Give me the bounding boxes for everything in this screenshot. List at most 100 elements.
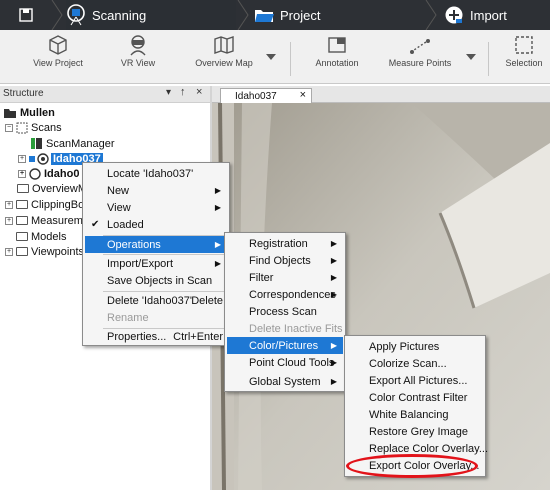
menu-item-loaded[interactable]: ✔ Loaded xyxy=(85,216,227,233)
tree-item-label: Mullen xyxy=(20,106,55,119)
collapse-icon[interactable]: − xyxy=(5,123,13,132)
structure-title: Structure xyxy=(3,88,44,99)
menu-item-apply-pictures[interactable]: Apply Pictures xyxy=(347,338,483,355)
submenu-arrow-icon: ▶ xyxy=(330,256,337,265)
menu-item-locate[interactable]: Locate 'Idaho037' xyxy=(85,165,227,182)
tree-item-root[interactable]: Mullen xyxy=(3,105,55,120)
menu-item-label: Process Scan xyxy=(249,305,317,318)
checkmark-icon: ✔ xyxy=(91,219,100,230)
menu-item-restore-grey-image[interactable]: Restore Grey Image xyxy=(347,423,483,440)
submenu-arrow-icon: ▶ xyxy=(330,341,337,350)
annotation-label: Annotation xyxy=(315,58,359,68)
menu-item-label: Delete 'Idaho037' xyxy=(107,294,192,307)
tree-item-label: Scans xyxy=(31,121,62,134)
expand-icon[interactable]: + xyxy=(18,154,26,163)
expand-icon[interactable]: + xyxy=(5,200,13,209)
tab-project-label: Project xyxy=(280,7,321,23)
expand-icon[interactable]: + xyxy=(5,247,13,256)
menu-item-label: Replace Color Overlay... xyxy=(369,442,489,455)
menu-item-label: White Balancing xyxy=(369,408,449,421)
menu-item-view[interactable]: View ▶ xyxy=(85,199,227,216)
tree-item-scanmanager[interactable]: ScanManager xyxy=(30,136,115,151)
project-icon xyxy=(4,109,16,118)
close-tab-icon[interactable]: × xyxy=(300,89,306,101)
menu-item-label: Correspondences xyxy=(249,288,336,301)
context-menu: Locate 'Idaho037' New ▶ View ▶ ✔ Loaded Ope… xyxy=(82,162,230,346)
loaded-marker-icon xyxy=(29,155,35,162)
menu-item-export-all-pictures[interactable]: Export All Pictures... xyxy=(347,372,483,389)
operations-submenu: Registration ▶ Find Objects ▶ Filter ▶ Corr… xyxy=(224,232,346,392)
menu-item-label: Colorize Scan... xyxy=(369,357,447,370)
vr-headset-icon xyxy=(130,35,146,56)
tree-item-clipping[interactable]: + ClippingBo xyxy=(5,197,84,212)
close-icon[interactable]: × xyxy=(196,86,202,98)
chevron-down-icon[interactable] xyxy=(266,54,276,60)
menu-item-registration[interactable]: Registration ▶ xyxy=(227,235,343,252)
view-project-button[interactable]: View Project xyxy=(28,34,88,68)
menu-item-find-objects[interactable]: Find Objects ▶ xyxy=(227,252,343,269)
menu-item-color-pictures[interactable]: Color/Pictures ▶ xyxy=(227,337,343,354)
menu-item-global-system[interactable]: Global System ▶ xyxy=(227,373,343,390)
menu-item-filter[interactable]: Filter ▶ xyxy=(227,269,343,286)
structure-header: Structure ▾ ↑ × xyxy=(0,86,210,103)
tab-import[interactable]: Import xyxy=(444,0,550,30)
menu-item-properties[interactable]: Properties... Ctrl+Enter xyxy=(85,328,227,345)
view-project-label: View Project xyxy=(33,58,83,68)
save-button[interactable] xyxy=(0,0,52,30)
menu-item-label: Color/Pictures xyxy=(249,339,319,352)
selection-button[interactable]: Selection xyxy=(500,34,548,68)
menu-item-point-cloud-tools[interactable]: Point Cloud Tools ▶ xyxy=(227,354,343,371)
menu-item-colorize-scan[interactable]: Colorize Scan... xyxy=(347,355,483,372)
submenu-arrow-icon: ▶ xyxy=(330,377,337,386)
menu-item-label: Apply Pictures xyxy=(369,340,440,353)
menu-item-import-export[interactable]: Import/Export ▶ xyxy=(85,255,227,272)
view-tab-strip: Idaho037 × xyxy=(212,86,550,103)
measure-points-label: Measure Points xyxy=(388,58,452,68)
menu-item-label: Point Cloud Tools xyxy=(249,356,335,369)
menu-item-delete[interactable]: Delete 'Idaho037' Delete xyxy=(85,292,227,309)
tab-idaho037[interactable]: Idaho037 × xyxy=(220,88,312,103)
menu-item-label: Filter xyxy=(249,271,274,284)
scan-manager-icon xyxy=(31,138,42,149)
vr-view-button[interactable]: VR View xyxy=(112,34,164,68)
panel-menu-icon[interactable]: ▾ xyxy=(166,87,171,98)
tree-item-overview[interactable]: OverviewM xyxy=(17,181,87,196)
scan-icon xyxy=(37,152,49,165)
menu-item-process-scan[interactable]: Process Scan xyxy=(227,303,343,320)
expand-icon[interactable]: + xyxy=(18,169,26,178)
menu-item-label: View xyxy=(107,201,131,214)
overview-map-label: Overview Map xyxy=(195,58,253,68)
annotation-icon xyxy=(328,37,346,53)
folder-icon xyxy=(17,184,29,193)
menu-item-label: Restore Grey Image xyxy=(369,425,469,438)
menu-item-save-objects[interactable]: Save Objects in Scan xyxy=(85,272,227,289)
menu-item-white-balancing[interactable]: White Balancing xyxy=(347,406,483,423)
folder-icon xyxy=(16,247,28,256)
overview-map-button[interactable]: Overview Map xyxy=(186,34,262,68)
menu-item-delete-inactive-fits: Delete Inactive Fits xyxy=(227,320,343,337)
measure-points-button[interactable]: Measure Points xyxy=(382,34,458,68)
menu-item-rename: Rename xyxy=(85,309,227,326)
menu-item-color-contrast-filter[interactable]: Color Contrast Filter xyxy=(347,389,483,406)
folder-icon xyxy=(255,10,274,22)
annotation-button[interactable]: Annotation xyxy=(308,34,366,68)
tab-scanning[interactable]: Scanning xyxy=(66,0,236,30)
menu-item-correspondences[interactable]: Correspondences ▶ xyxy=(227,286,343,303)
menu-item-new[interactable]: New ▶ xyxy=(85,182,227,199)
chevron-down-icon[interactable] xyxy=(466,54,476,60)
scans-icon xyxy=(16,122,28,133)
expand-icon[interactable]: + xyxy=(5,216,13,225)
ribbon-bar: Scanning Project Import xyxy=(0,0,550,30)
submenu-arrow-icon: ▶ xyxy=(214,203,221,212)
pin-icon[interactable]: ↑ xyxy=(180,86,186,98)
vr-view-label: VR View xyxy=(120,58,156,68)
tree-item-models[interactable]: Models xyxy=(16,229,66,244)
menu-item-label: Save Objects in Scan xyxy=(107,274,213,287)
tree-item-viewpoints[interactable]: + Viewpoints xyxy=(5,244,84,259)
menu-item-operations[interactable]: Operations ▶ xyxy=(85,236,227,253)
tab-project[interactable]: Project xyxy=(254,0,424,30)
selection-icon xyxy=(515,36,533,54)
tree-item-scans[interactable]: − Scans xyxy=(5,120,62,135)
tree-item-measurements[interactable]: + Measurem xyxy=(5,213,83,228)
tree-item-idaho-next[interactable]: + Idaho0 xyxy=(18,166,79,181)
